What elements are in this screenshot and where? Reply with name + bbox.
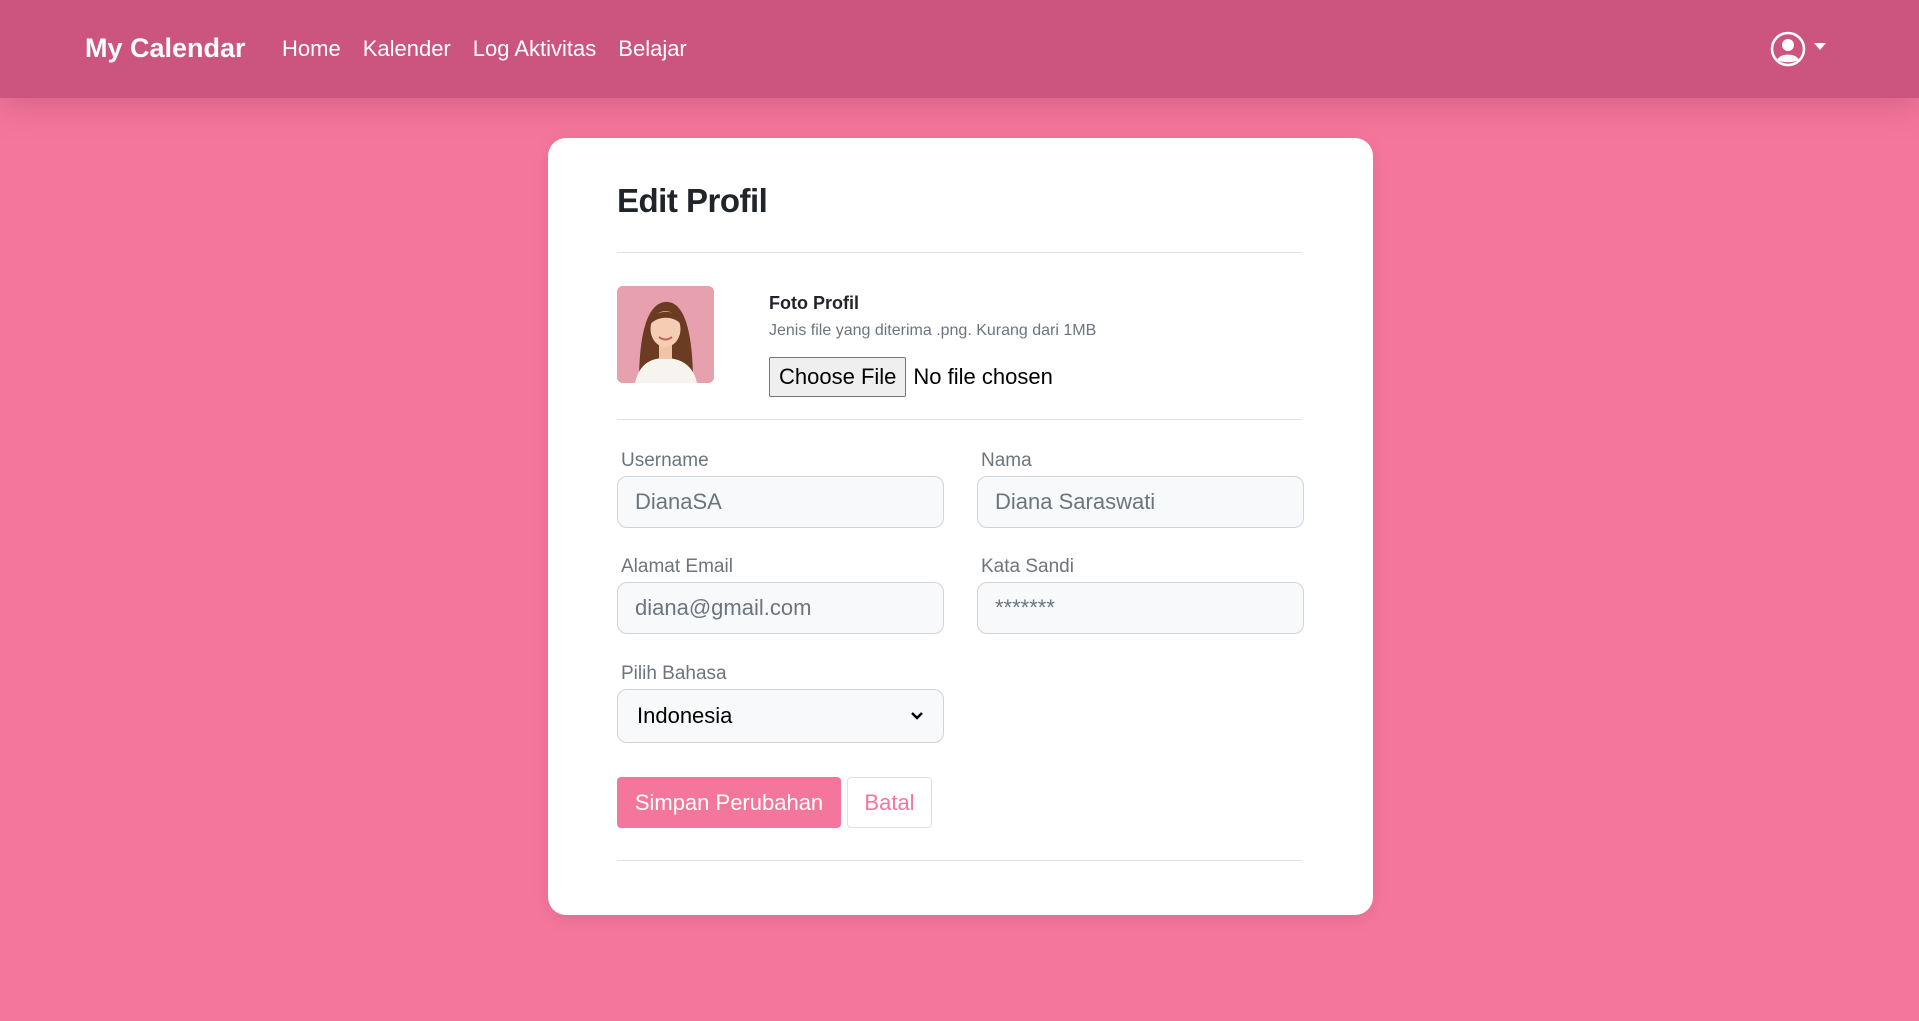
file-status: No file chosen xyxy=(913,364,1053,389)
divider xyxy=(617,252,1302,253)
save-button[interactable]: Simpan Perubahan xyxy=(617,777,841,828)
edit-profile-card: Edit Profil Foto Profil Jenis file yang … xyxy=(548,138,1373,915)
cancel-button[interactable]: Batal xyxy=(847,777,932,828)
email-input[interactable] xyxy=(617,582,944,634)
photo-help-text: Jenis file yang diterima .png. Kurang da… xyxy=(769,322,1097,339)
user-menu-dropdown[interactable] xyxy=(1770,31,1826,67)
choose-file-button[interactable]: Choose File xyxy=(769,357,907,397)
file-input: Choose File No file chosen xyxy=(769,357,1053,397)
username-label: Username xyxy=(621,450,709,471)
user-circle-icon xyxy=(1770,31,1806,67)
nav-links: Home Kalender Log Aktivitas Belajar xyxy=(282,36,687,62)
chevron-down-icon xyxy=(911,712,923,720)
password-input[interactable] xyxy=(977,582,1304,634)
nav-kalender[interactable]: Kalender xyxy=(363,36,451,62)
password-label: Kata Sandi xyxy=(981,556,1074,577)
nav-log-aktivitas[interactable]: Log Aktivitas xyxy=(473,36,597,62)
avatar-image xyxy=(617,286,714,383)
profile-avatar xyxy=(617,286,714,383)
page-title: Edit Profil xyxy=(617,182,768,219)
divider xyxy=(617,419,1302,420)
nav-home[interactable]: Home xyxy=(282,36,341,62)
language-selected-value: Indonesia xyxy=(637,703,733,728)
language-select[interactable]: Indonesia xyxy=(617,689,944,743)
email-label: Alamat Email xyxy=(621,556,733,577)
chevron-down-icon xyxy=(1814,42,1826,50)
username-input[interactable] xyxy=(617,476,944,528)
divider xyxy=(617,860,1302,861)
nav-belajar[interactable]: Belajar xyxy=(618,36,686,62)
photo-label: Foto Profil xyxy=(769,293,859,313)
nama-label: Nama xyxy=(981,450,1032,471)
language-label: Pilih Bahasa xyxy=(621,663,727,684)
navbar: My Calendar Home Kalender Log Aktivitas … xyxy=(0,0,1919,98)
brand-logo[interactable]: My Calendar xyxy=(85,33,246,64)
nama-input[interactable] xyxy=(977,476,1304,528)
